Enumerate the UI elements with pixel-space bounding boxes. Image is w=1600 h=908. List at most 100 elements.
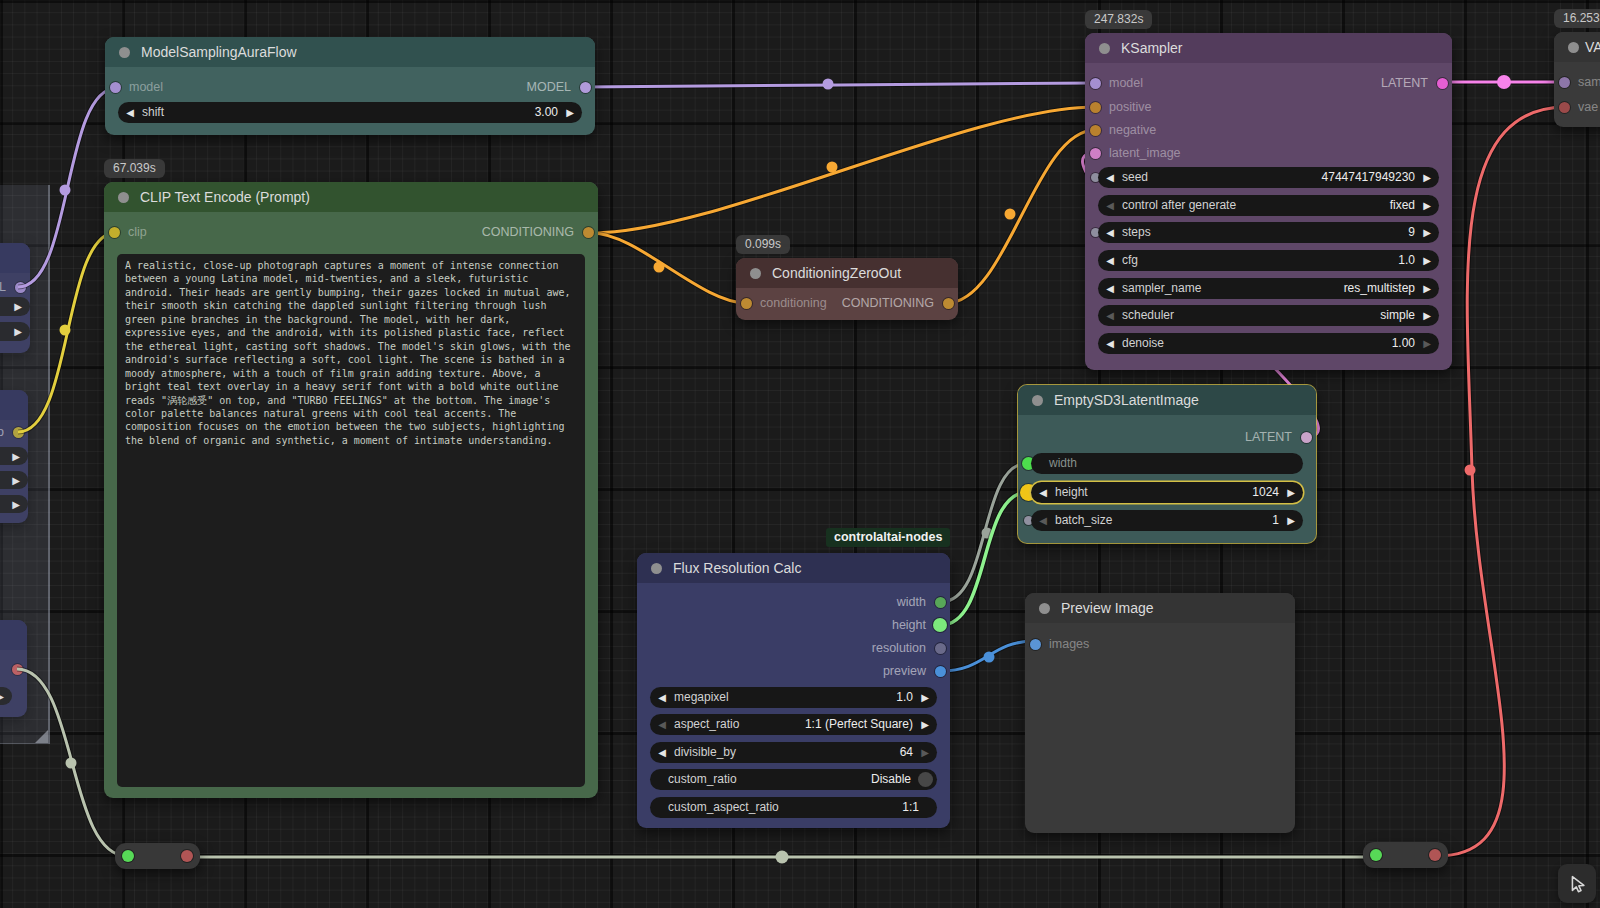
- widget-decrement-arrow[interactable]: ◀: [650, 719, 674, 730]
- widget-decrement-arrow[interactable]: ◀: [1098, 338, 1122, 349]
- widget-scheduler[interactable]: ◀schedulersimple▶: [1098, 305, 1439, 326]
- cursor-mode-button[interactable]: [1558, 864, 1596, 903]
- node-va[interactable]: VA16.253samvae: [1554, 32, 1600, 127]
- node-graph-canvas[interactable]: L▶▶o▶▶▶▶ ModelSamplingAuraFlowmodelMODEL…: [0, 0, 1600, 908]
- widget-decrement-arrow[interactable]: ◀: [650, 692, 674, 703]
- slot-positive-in[interactable]: [1090, 102, 1101, 113]
- slot-label: clip: [128, 224, 147, 240]
- widget-custom-aspect-ratio[interactable]: custom_aspect_ratio1:1: [650, 797, 937, 818]
- widget-increment-arrow[interactable]: ▶: [1415, 255, 1439, 266]
- widget-label: cfg: [1122, 253, 1138, 267]
- collapse-dot[interactable]: [118, 192, 129, 203]
- node-clip-text-encode-prompt[interactable]: CLIP Text Encode (Prompt)67.039sclipCOND…: [104, 182, 598, 798]
- node-title-bar[interactable]: CLIP Text Encode (Prompt): [104, 182, 598, 212]
- node-title-bar[interactable]: Preview Image: [1025, 593, 1295, 623]
- widget-decrement-arrow[interactable]: ◀: [118, 107, 142, 118]
- node-flux-resolution-calc[interactable]: Flux Resolution Calcwidthheightresolutio…: [637, 553, 950, 828]
- widget-decrement-arrow[interactable]: ◀: [1098, 227, 1122, 238]
- collapse-dot[interactable]: [651, 563, 662, 574]
- slot-clip-in[interactable]: [109, 227, 120, 238]
- widget-increment-arrow[interactable]: ▶: [1415, 310, 1439, 321]
- widget-divisible-by[interactable]: ◀divisible_by64▶: [650, 742, 937, 763]
- widget-aspect-ratio[interactable]: ◀aspect_ratio1:1 (Perfect Square)▶: [650, 714, 937, 735]
- widget-denoise[interactable]: ◀denoise1.00▶: [1098, 333, 1439, 354]
- node-title-bar[interactable]: VA: [1554, 32, 1600, 62]
- collapse-dot[interactable]: [1568, 42, 1579, 53]
- node-conditioningzeroout[interactable]: ConditioningZeroOut0.099sconditioningCON…: [736, 258, 958, 320]
- node-title-bar[interactable]: ModelSamplingAuraFlow: [105, 37, 595, 67]
- slot-conditioning-in[interactable]: [741, 298, 752, 309]
- slot-latent-out[interactable]: [1301, 432, 1312, 443]
- widget-width[interactable]: width: [1031, 453, 1303, 474]
- widget-cfg[interactable]: ◀cfg1.0▶: [1098, 250, 1439, 271]
- collapse-dot[interactable]: [1032, 395, 1043, 406]
- slot-vae-in[interactable]: [1559, 102, 1570, 113]
- slot-label: resolution: [872, 640, 926, 656]
- widget-steps[interactable]: ◀steps9▶: [1098, 222, 1439, 243]
- widget-increment-arrow[interactable]: ▶: [1415, 200, 1439, 211]
- widget-increment-arrow[interactable]: ▶: [913, 692, 937, 703]
- node-ksampler[interactable]: KSampler247.832smodelpositivenegativelat…: [1085, 33, 1452, 370]
- reroute-in-dot[interactable]: [1370, 849, 1382, 861]
- widget-increment-arrow[interactable]: ▶: [913, 747, 937, 758]
- slot-images-in[interactable]: [1030, 639, 1041, 650]
- node-modelsamplingauraflow[interactable]: ModelSamplingAuraFlowmodelMODEL◀shift3.0…: [105, 37, 595, 135]
- widget-decrement-arrow[interactable]: ◀: [1098, 172, 1122, 183]
- collapse-dot[interactable]: [750, 268, 761, 279]
- widget-decrement-arrow[interactable]: ◀: [1031, 487, 1055, 498]
- widget-increment-arrow[interactable]: ▶: [913, 719, 937, 730]
- slot-model-out[interactable]: [580, 82, 591, 93]
- node-title: KSampler: [1121, 33, 1182, 63]
- slot-height-out[interactable]: [933, 618, 947, 632]
- widget-decrement-arrow[interactable]: ◀: [650, 747, 674, 758]
- widget-decrement-arrow[interactable]: ◀: [1031, 515, 1055, 526]
- node-preview-image[interactable]: Preview Imageimages: [1025, 593, 1295, 833]
- widget-decrement-arrow[interactable]: ◀: [1098, 200, 1122, 211]
- widget-shift[interactable]: ◀shift3.00▶: [118, 102, 582, 123]
- slot-preview-out[interactable]: [935, 666, 946, 677]
- widget-increment-arrow[interactable]: ▶: [1415, 338, 1439, 349]
- widget-increment-arrow[interactable]: ▶: [1415, 172, 1439, 183]
- widget-decrement-arrow[interactable]: ◀: [1098, 283, 1122, 294]
- widget-increment-arrow[interactable]: ▶: [1415, 283, 1439, 294]
- reroute-out-dot[interactable]: [1429, 849, 1441, 861]
- slot-conditioning-out[interactable]: [583, 227, 594, 238]
- widget-increment-arrow[interactable]: ▶: [558, 107, 582, 118]
- widget-sampler-name[interactable]: ◀sampler_nameres_multistep▶: [1098, 278, 1439, 299]
- widget-megapixel[interactable]: ◀megapixel1.0▶: [650, 687, 937, 708]
- slot-width-out[interactable]: [935, 597, 946, 608]
- reroute-node[interactable]: [1363, 842, 1448, 868]
- node-title-bar[interactable]: EmptySD3LatentImage: [1018, 385, 1316, 415]
- widget-increment-arrow[interactable]: ▶: [1415, 227, 1439, 238]
- reroute-in-dot[interactable]: [122, 850, 134, 862]
- slot-negative-in[interactable]: [1090, 125, 1101, 136]
- reroute-node[interactable]: [115, 843, 200, 869]
- widget-control-after-generate[interactable]: ◀control after generatefixed▶: [1098, 195, 1439, 216]
- collapse-dot[interactable]: [1039, 603, 1050, 614]
- slot-model-in[interactable]: [1090, 78, 1101, 89]
- node-title-bar[interactable]: Flux Resolution Calc: [637, 553, 950, 583]
- collapse-dot[interactable]: [119, 47, 130, 58]
- widget-custom-ratio[interactable]: custom_ratioDisable: [650, 769, 937, 790]
- reroute-out-dot[interactable]: [181, 850, 193, 862]
- widget-increment-arrow[interactable]: ▶: [1279, 515, 1303, 526]
- widget-decrement-arrow[interactable]: ◀: [1098, 255, 1122, 266]
- node-title-bar[interactable]: ConditioningZeroOut: [736, 258, 958, 288]
- collapse-dot[interactable]: [1099, 43, 1110, 54]
- slot-latent-image-in[interactable]: [1090, 148, 1101, 159]
- slot-resolution-out[interactable]: [935, 643, 946, 654]
- slot-model-in[interactable]: [110, 82, 121, 93]
- slot-sam-in[interactable]: [1559, 77, 1570, 88]
- slot-latent-out[interactable]: [1437, 78, 1448, 89]
- prompt-text-widget[interactable]: A realistic, close-up photograph capture…: [117, 254, 585, 787]
- widget-height[interactable]: ◀height1024▶: [1031, 482, 1303, 503]
- node-emptysd3latentimage[interactable]: EmptySD3LatentImageLATENTwidth◀height102…: [1018, 385, 1316, 543]
- toggle-knob[interactable]: [918, 772, 933, 787]
- widget-batch-size[interactable]: ◀batch_size1▶: [1031, 510, 1303, 531]
- node-title-bar[interactable]: KSampler: [1085, 33, 1452, 63]
- slot-conditioning-out[interactable]: [943, 298, 954, 309]
- group-title-badge: controlaltai-nodes: [826, 528, 950, 547]
- widget-increment-arrow[interactable]: ▶: [1279, 487, 1303, 498]
- widget-decrement-arrow[interactable]: ◀: [1098, 310, 1122, 321]
- widget-seed[interactable]: ◀seed47447417949230▶: [1098, 167, 1439, 188]
